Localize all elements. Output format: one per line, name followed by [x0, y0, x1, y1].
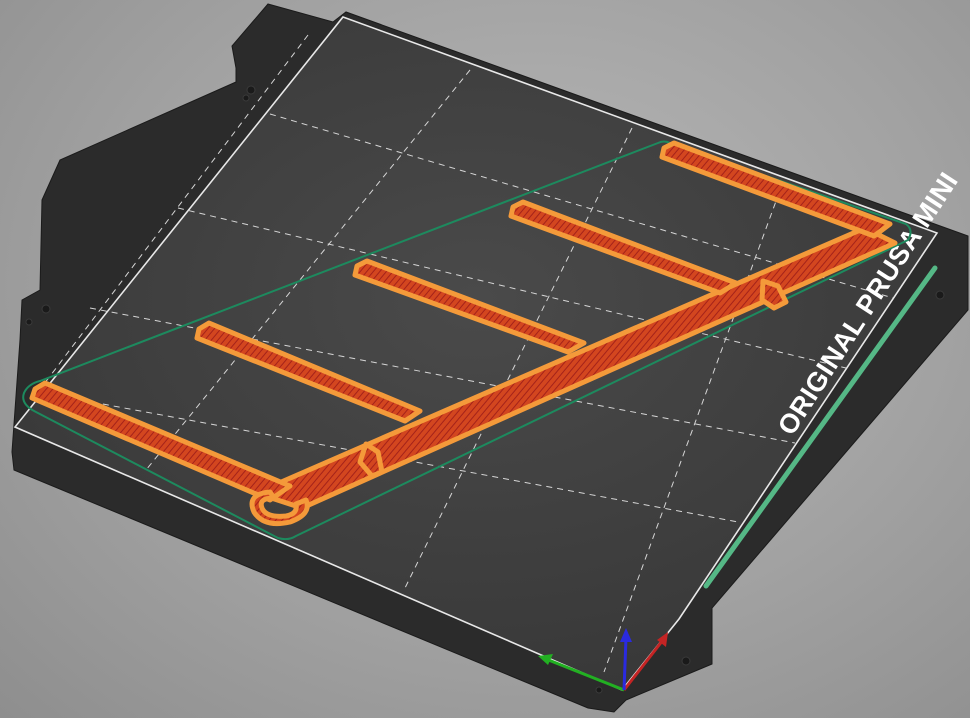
bed-scene[interactable]: ORIGINAL PRUSA MINI: [0, 0, 970, 718]
print-surface: [13, 16, 939, 691]
3d-viewport[interactable]: ORIGINAL PRUSA MINI: [0, 0, 970, 718]
z-axis-arrow-icon: [622, 637, 628, 691]
